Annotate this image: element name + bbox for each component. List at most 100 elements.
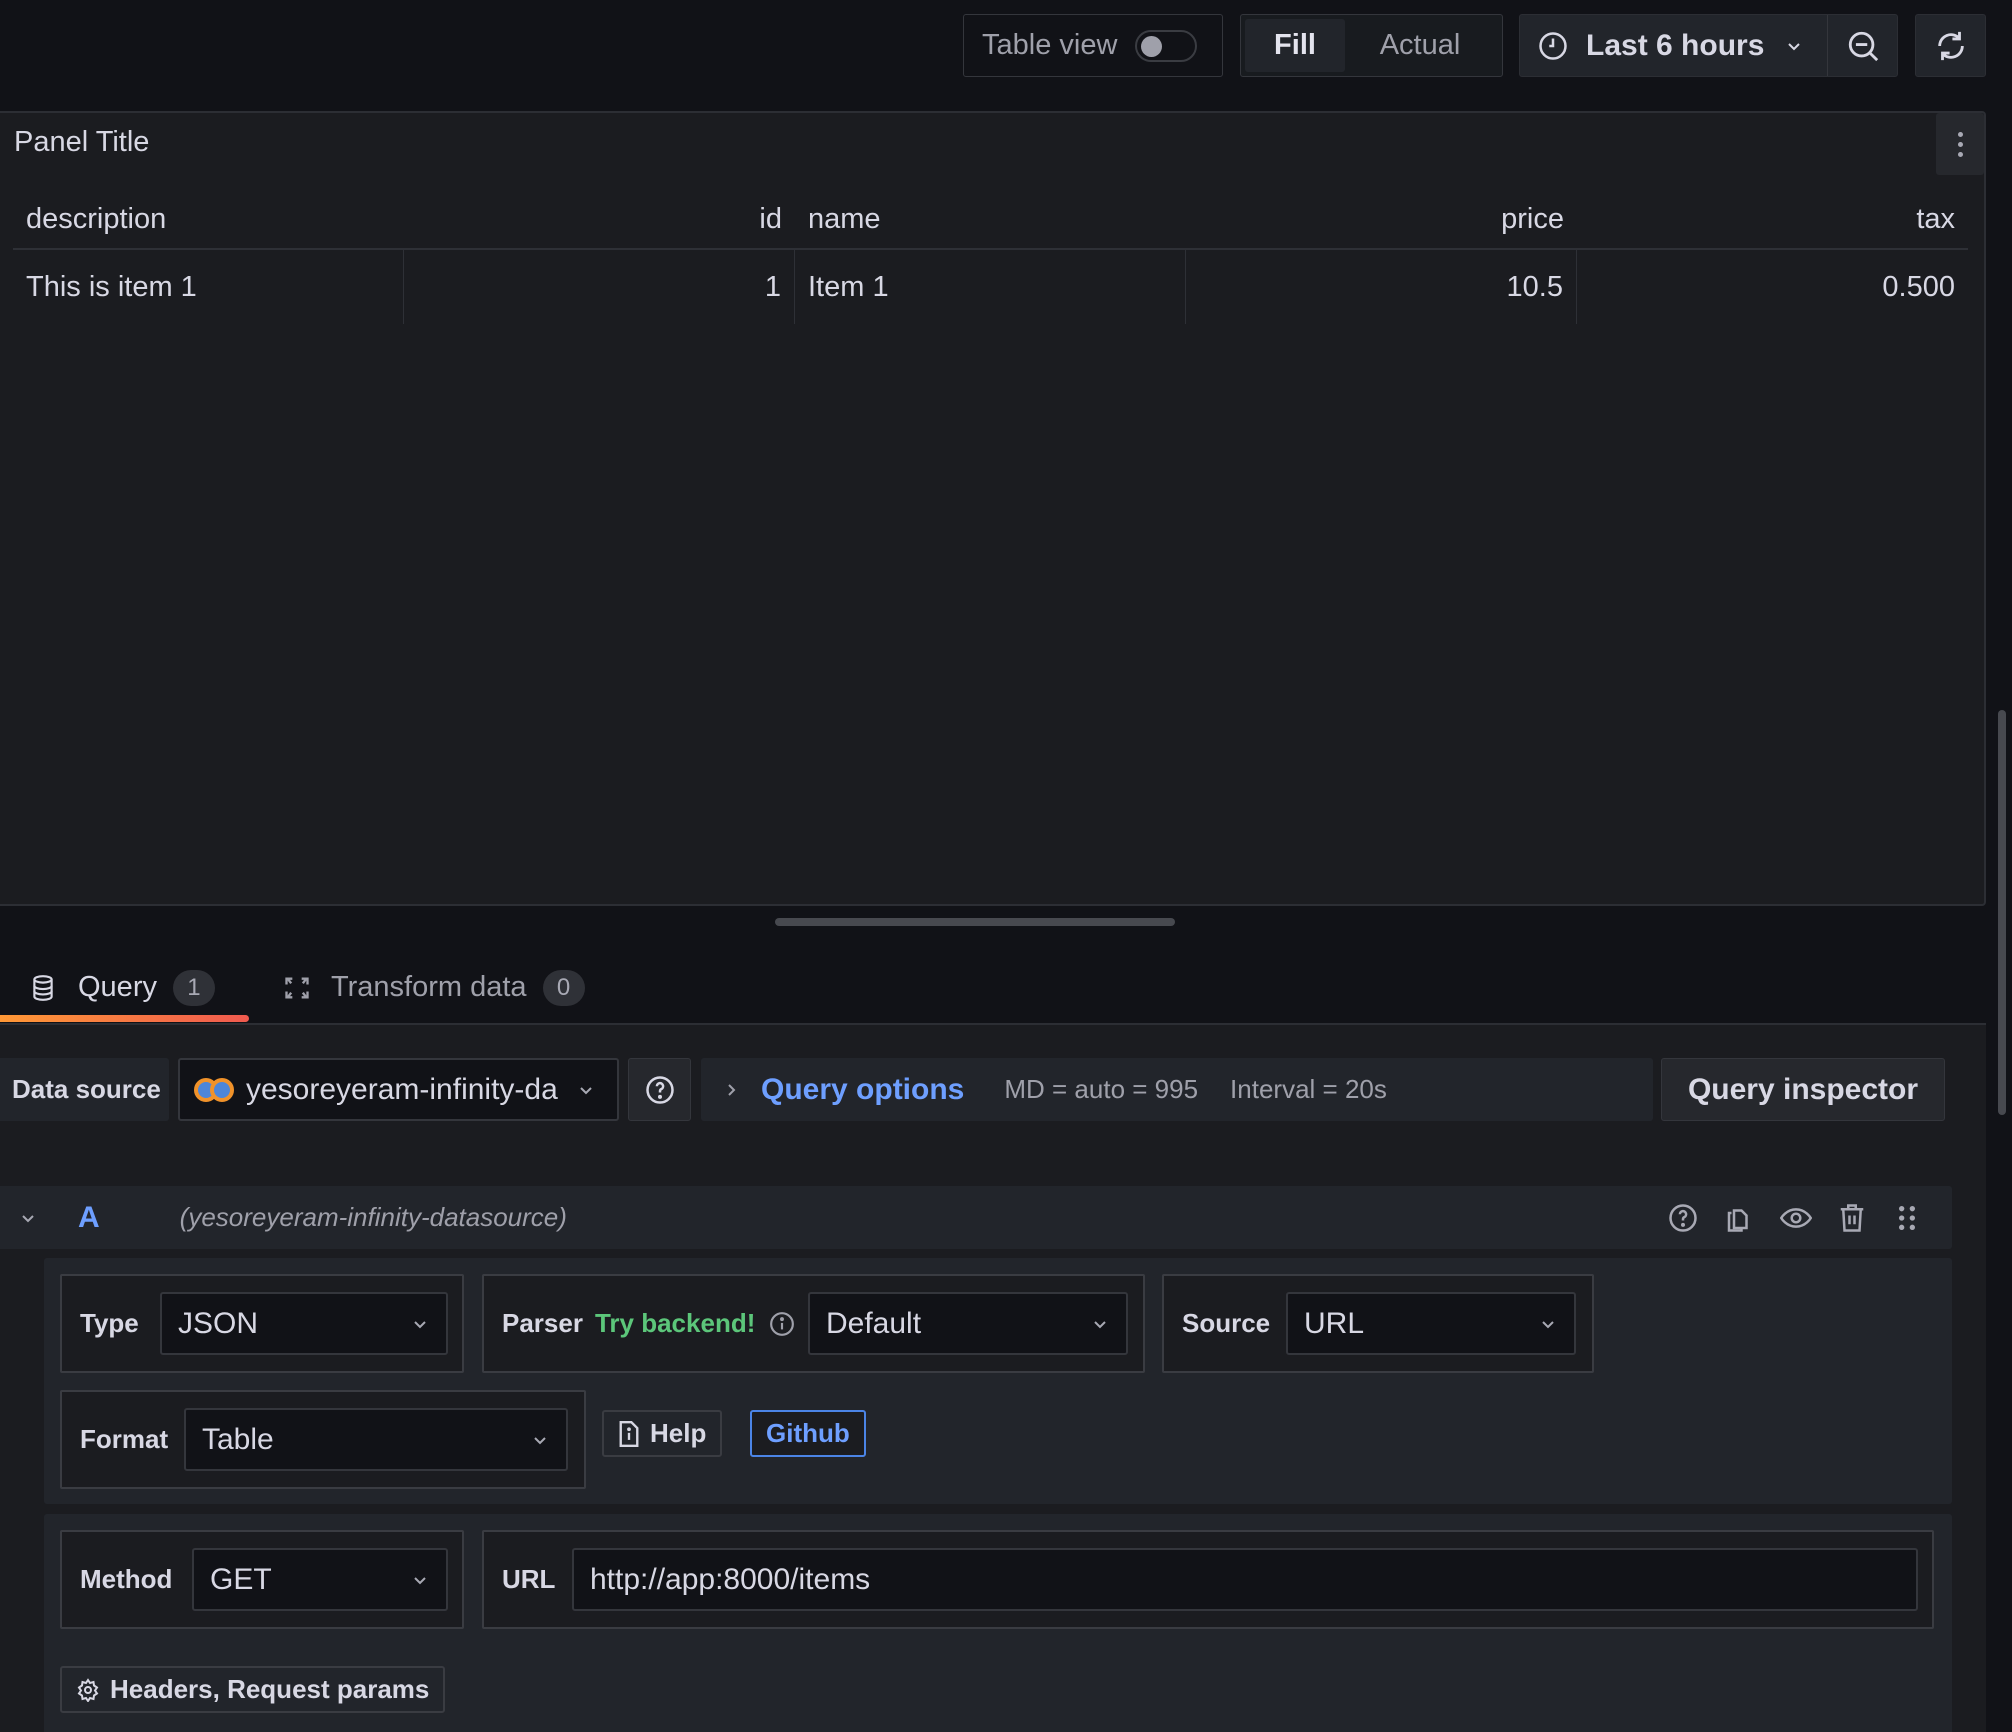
panel-menu-button[interactable]	[1936, 113, 1984, 175]
clock-icon	[1539, 31, 1567, 60]
help-circle-icon[interactable]	[1668, 1203, 1698, 1233]
format-label: Format	[80, 1424, 169, 1454]
data-source-picker[interactable]: yesoreyeram-infinity-da	[178, 1058, 619, 1121]
data-source-value: yesoreyeram-infinity-da	[246, 1072, 558, 1106]
help-circle-icon	[645, 1075, 674, 1104]
help-label: Help	[650, 1418, 707, 1448]
chevron-down-icon	[534, 1437, 546, 1445]
drag-handle-icon[interactable]	[1892, 1202, 1922, 1234]
data-source-help-button[interactable]	[628, 1058, 691, 1121]
zoom-out-icon	[1848, 31, 1878, 61]
format-value: Table	[202, 1422, 274, 1456]
table-header: description id name price tax	[13, 190, 1968, 250]
time-range-label: Last 6 hours	[1586, 28, 1765, 62]
page-scrollbar[interactable]	[1998, 710, 2006, 1115]
chevron-down-icon	[414, 1577, 426, 1585]
eye-icon[interactable]	[1780, 1203, 1812, 1233]
data-source-label: Data source	[0, 1058, 169, 1121]
source-select[interactable]: URL	[1286, 1292, 1576, 1355]
transform-icon	[285, 977, 309, 998]
database-icon	[33, 974, 53, 1001]
query-settings-section: Type JSON Parser Try backend! Default So…	[44, 1258, 1952, 1504]
chevron-down-icon	[1788, 42, 1801, 50]
query-options-label: Query options	[761, 1072, 965, 1106]
column-header-description[interactable]: description	[13, 190, 404, 248]
github-button[interactable]: Github	[750, 1410, 866, 1457]
chevron-right-icon	[728, 1083, 736, 1096]
query-row-actions	[1668, 1186, 1922, 1249]
request-settings-section: Method GET URL http://app:8000/items Hea…	[44, 1514, 1952, 1732]
switch-knob	[1141, 35, 1163, 57]
tab-query[interactable]: Query 1	[30, 950, 215, 1025]
time-range-picker: Last 6 hours	[1519, 14, 1898, 77]
method-value: GET	[210, 1562, 272, 1596]
type-select[interactable]: JSON	[160, 1292, 448, 1355]
query-row-header: A (yesoreyeram-infinity-datasource)	[0, 1186, 1952, 1249]
duplicate-query-icon[interactable]	[1724, 1203, 1754, 1233]
method-label: Method	[80, 1564, 173, 1594]
tab-transform-data[interactable]: Transform data 0	[283, 950, 585, 1025]
column-header-price[interactable]: price	[1186, 190, 1577, 248]
format-select[interactable]: Table	[184, 1408, 568, 1471]
url-label: URL	[502, 1564, 556, 1594]
url-input[interactable]: http://app:8000/items	[572, 1548, 1918, 1611]
chevron-down-icon	[414, 1321, 426, 1329]
tab-query-count: 1	[172, 969, 215, 1006]
max-data-points-text: MD = auto = 995	[1004, 1074, 1199, 1104]
table-cell: This is item 1	[13, 250, 404, 324]
type-field: Type JSON	[60, 1274, 464, 1373]
data-table: description id name price tax This is it…	[13, 190, 1968, 324]
parser-label: Parser	[502, 1308, 583, 1338]
chevron-down-icon	[1094, 1321, 1106, 1329]
info-icon	[770, 1311, 795, 1336]
method-select[interactable]: GET	[192, 1548, 448, 1611]
chevron-down-icon	[1542, 1321, 1554, 1329]
url-field: URL http://app:8000/items	[482, 1530, 1934, 1629]
query-ref-id[interactable]: A	[78, 1201, 100, 1235]
time-range-button[interactable]: Last 6 hours	[1520, 15, 1828, 76]
actual-option[interactable]: Actual	[1345, 19, 1495, 72]
query-datasource-name: (yesoreyeram-infinity-datasource)	[179, 1202, 567, 1232]
tab-transform-count: 0	[542, 969, 585, 1006]
interval-text: Interval = 20s	[1230, 1074, 1387, 1104]
collapse-chevron-icon[interactable]	[20, 1210, 36, 1226]
source-label: Source	[1182, 1308, 1271, 1338]
type-value: JSON	[178, 1306, 259, 1340]
table-row: This is item 1 1 Item 1 10.5 0.500	[13, 250, 1968, 324]
column-header-name[interactable]: name	[795, 190, 1186, 248]
active-tab-indicator	[0, 1015, 249, 1022]
tab-transform-label: Transform data	[331, 971, 527, 1003]
query-options-bar[interactable]: Query options MD = auto = 995 Interval =…	[701, 1058, 1653, 1121]
type-label: Type	[80, 1308, 139, 1338]
help-button[interactable]: Help	[602, 1410, 723, 1457]
parser-field: Parser Try backend! Default	[482, 1274, 1145, 1373]
table-view-label: Table view	[982, 29, 1118, 61]
try-backend-link[interactable]: Try backend!	[595, 1308, 755, 1339]
format-field: Format Table	[60, 1390, 586, 1489]
parser-value: Default	[826, 1306, 922, 1340]
editor-tabs: Query 1 Transform data 0	[0, 950, 1986, 1025]
url-value: http://app:8000/items	[590, 1562, 871, 1596]
column-header-id[interactable]: id	[404, 190, 795, 248]
table-cell: Item 1	[795, 250, 1186, 324]
fill-option[interactable]: Fill	[1245, 19, 1345, 72]
headers-request-params-button[interactable]: Headers, Request params	[60, 1666, 446, 1713]
gear-icon	[77, 1677, 99, 1702]
trash-icon[interactable]	[1838, 1203, 1866, 1233]
chevron-down-icon	[580, 1086, 592, 1094]
kebab-dot	[1957, 141, 1963, 147]
column-header-tax[interactable]: tax	[1577, 190, 1968, 248]
table-view-switch[interactable]	[1135, 29, 1198, 62]
refresh-button[interactable]	[1915, 14, 1986, 77]
tab-query-label: Query	[78, 971, 157, 1003]
parser-select[interactable]: Default	[808, 1292, 1128, 1355]
table-view-toggle-group[interactable]: Table view	[963, 14, 1223, 77]
document-info-icon	[619, 1420, 639, 1447]
table-cell: 10.5	[1186, 250, 1577, 324]
zoom-out-button[interactable]	[1828, 29, 1897, 63]
query-inspector-button[interactable]: Query inspector	[1661, 1058, 1945, 1121]
pane-resize-handle[interactable]	[775, 918, 1175, 926]
panel-title: Panel Title	[14, 126, 150, 158]
refresh-icon	[1937, 31, 1964, 60]
table-cell: 1	[404, 250, 795, 324]
